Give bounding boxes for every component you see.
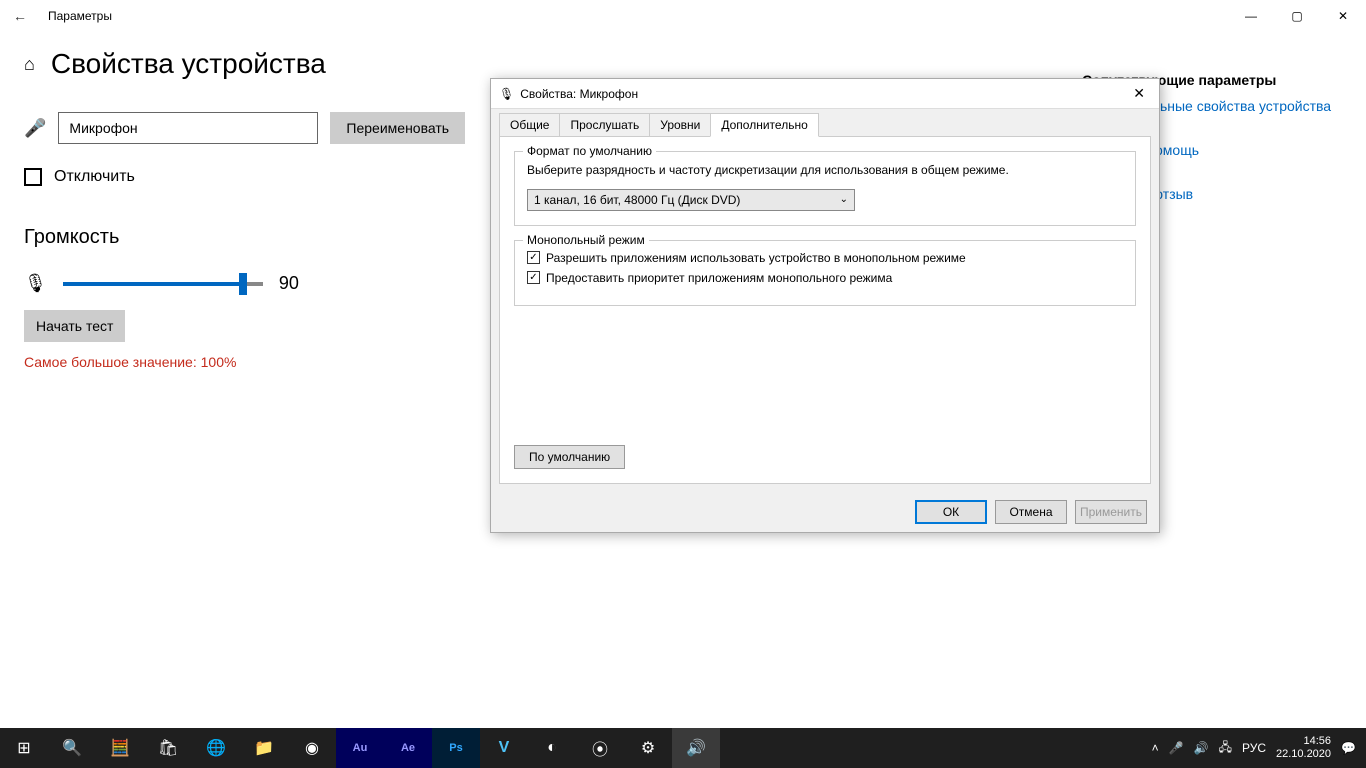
- properties-dialog: 🎙 Свойства: Микрофон ✕ Общие Прослушать …: [490, 78, 1160, 533]
- system-tray: ˄ 🎤 🔊 🖧 РУС 14:56 22.10.2020 💬: [1142, 735, 1366, 761]
- allow-exclusive-row: ✓ Разрешить приложениям использовать уст…: [527, 251, 1123, 265]
- default-format-desc: Выберите разрядность и частоту дискретиз…: [527, 162, 1123, 179]
- dialog-title: Свойства: Микрофон: [520, 87, 1127, 101]
- close-button[interactable]: ✕: [1320, 0, 1366, 32]
- tab-general[interactable]: Общие: [499, 113, 560, 137]
- disable-checkbox[interactable]: [24, 168, 42, 186]
- default-format-group: Формат по умолчанию Выберите разрядность…: [514, 151, 1136, 226]
- disable-label: Отключить: [54, 168, 135, 186]
- format-combobox-value: 1 канал, 16 бит, 48000 Гц (Диск DVD): [534, 193, 740, 207]
- volume-tray-icon[interactable]: 🔊: [1194, 741, 1209, 755]
- obs-icon[interactable]: ⦿: [576, 728, 624, 768]
- window-controls: ― ▢ ✕: [1228, 0, 1366, 32]
- page-header: ⌂ Свойства устройства: [24, 48, 1082, 80]
- allow-exclusive-label: Разрешить приложениям использовать устро…: [546, 251, 966, 265]
- ok-button[interactable]: ОК: [915, 500, 987, 524]
- device-name-input[interactable]: [58, 112, 318, 144]
- volume-slider[interactable]: [63, 282, 263, 286]
- explorer-icon[interactable]: 📁: [240, 728, 288, 768]
- calculator-icon[interactable]: 🧮: [96, 728, 144, 768]
- app-icon[interactable]: V: [480, 728, 528, 768]
- slider-thumb[interactable]: [239, 273, 247, 295]
- priority-exclusive-checkbox[interactable]: ✓: [527, 271, 540, 284]
- chevron-down-icon: ⌄: [840, 194, 848, 205]
- exclusive-mode-legend: Монопольный режим: [523, 233, 649, 247]
- volume-value: 90: [279, 273, 299, 294]
- back-button[interactable]: ←: [8, 4, 32, 28]
- maximize-button[interactable]: ▢: [1274, 0, 1320, 32]
- priority-exclusive-label: Предоставить приоритет приложениям моноп…: [546, 271, 892, 285]
- rename-button[interactable]: Переименовать: [330, 112, 465, 144]
- clock-time: 14:56: [1276, 735, 1331, 748]
- dialog-content: Формат по умолчанию Выберите разрядность…: [499, 136, 1151, 484]
- microphone-icon: 🎙: [24, 273, 47, 294]
- priority-exclusive-row: ✓ Предоставить приоритет приложениям мон…: [527, 271, 1123, 285]
- minimize-button[interactable]: ―: [1228, 0, 1274, 32]
- cancel-button[interactable]: Отмена: [995, 500, 1067, 524]
- store-icon[interactable]: 🛍: [144, 728, 192, 768]
- clock[interactable]: 14:56 22.10.2020: [1276, 735, 1331, 761]
- sound-taskbar-icon[interactable]: 🔊: [672, 728, 720, 768]
- dialog-tabs: Общие Прослушать Уровни Дополнительно: [491, 109, 1159, 137]
- search-button[interactable]: 🔍: [48, 728, 96, 768]
- tab-levels[interactable]: Уровни: [649, 113, 711, 137]
- restore-defaults-button[interactable]: По умолчанию: [514, 445, 625, 469]
- tab-listen[interactable]: Прослушать: [559, 113, 650, 137]
- default-format-legend: Формат по умолчанию: [523, 144, 656, 158]
- home-icon[interactable]: ⌂: [24, 54, 35, 75]
- slider-fill: [63, 282, 243, 286]
- clock-date: 22.10.2020: [1276, 748, 1331, 761]
- photoshop-icon[interactable]: Ps: [432, 728, 480, 768]
- format-combobox[interactable]: 1 канал, 16 бит, 48000 Гц (Диск DVD) ⌄: [527, 189, 855, 211]
- microphone-icon: 🎤: [24, 118, 46, 139]
- dialog-close-button[interactable]: ✕: [1127, 85, 1151, 102]
- start-button[interactable]: ⊞: [0, 728, 48, 768]
- audition-icon[interactable]: Au: [336, 728, 384, 768]
- cinema4d-icon[interactable]: ◐: [528, 728, 576, 768]
- allow-exclusive-checkbox[interactable]: ✓: [527, 251, 540, 264]
- microphone-tray-icon[interactable]: 🎤: [1169, 741, 1184, 755]
- edge-icon[interactable]: 🌐: [192, 728, 240, 768]
- dialog-buttons: ОК Отмена Применить: [491, 492, 1159, 532]
- settings-titlebar: ← Параметры: [0, 0, 1366, 32]
- tab-advanced[interactable]: Дополнительно: [710, 113, 818, 137]
- language-indicator[interactable]: РУС: [1242, 741, 1266, 755]
- aftereffects-icon[interactable]: Ae: [384, 728, 432, 768]
- page-title: Свойства устройства: [51, 48, 326, 80]
- dialog-titlebar[interactable]: 🎙 Свойства: Микрофон ✕: [491, 79, 1159, 109]
- start-test-button[interactable]: Начать тест: [24, 310, 125, 342]
- exclusive-mode-group: Монопольный режим ✓ Разрешить приложения…: [514, 240, 1136, 306]
- apply-button[interactable]: Применить: [1075, 500, 1147, 524]
- window-title: Параметры: [48, 9, 112, 23]
- chrome-icon[interactable]: ◉: [288, 728, 336, 768]
- microphone-icon: 🎙: [499, 87, 514, 101]
- action-center-icon[interactable]: 💬: [1341, 741, 1356, 755]
- tray-expand-icon[interactable]: ˄: [1152, 741, 1159, 755]
- taskbar: ⊞ 🔍 🧮 🛍 🌐 📁 ◉ Au Ae Ps V ◐ ⦿ ⚙ 🔊 ˄ 🎤 🔊 🖧…: [0, 728, 1366, 768]
- settings-taskbar-icon[interactable]: ⚙: [624, 728, 672, 768]
- network-tray-icon[interactable]: 🖧: [1219, 738, 1232, 759]
